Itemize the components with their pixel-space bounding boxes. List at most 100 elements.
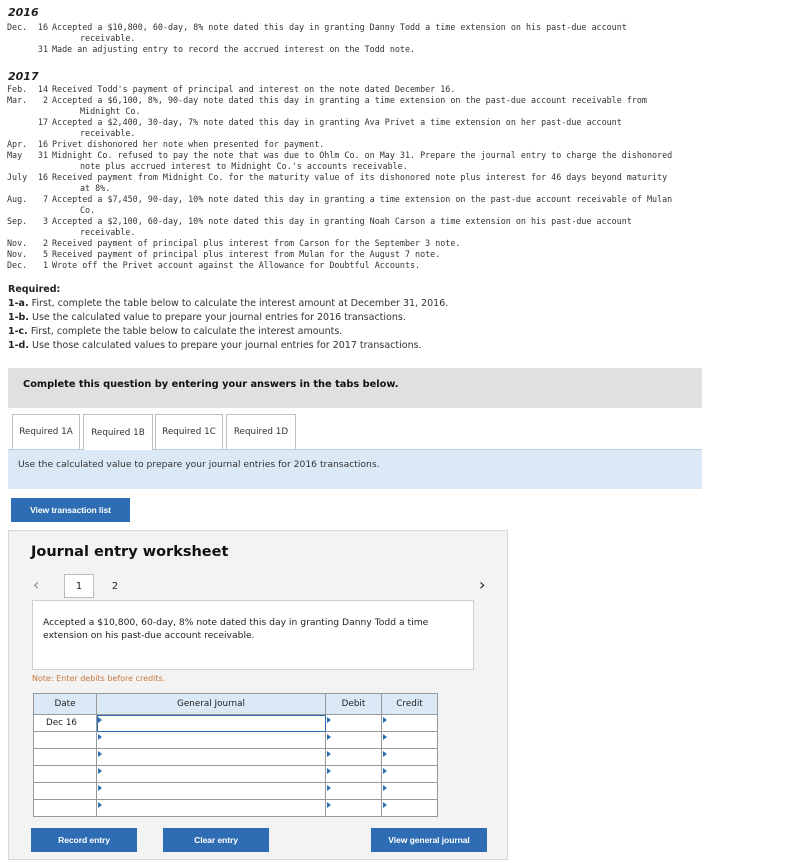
transaction-description-text: Accepted a $10,800, 60-day, 8% note date… — [43, 617, 429, 641]
account-input[interactable] — [96, 799, 326, 817]
date-cell — [33, 748, 97, 766]
year-2017-heading: 2017 — [8, 70, 39, 83]
transaction-text: Accepted a $2,100, 60-day, 10% note date… — [52, 216, 632, 226]
transaction-day: 31 — [37, 150, 48, 160]
transaction-month: Apr. — [7, 139, 28, 149]
credit-input[interactable] — [381, 731, 438, 749]
date-cell — [33, 799, 97, 817]
transaction-day: 16 — [37, 172, 48, 182]
date-cell — [33, 765, 97, 783]
transaction-day: 5 — [42, 249, 48, 259]
journal-row — [33, 782, 438, 800]
transaction-day: 17 — [37, 117, 48, 127]
required-item-text: First, complete the table below to calcu… — [28, 298, 449, 309]
transaction-day: 14 — [37, 84, 48, 94]
date-cell — [33, 731, 97, 749]
required-item-1d: 1-d. Use those calculated values to prep… — [8, 340, 422, 351]
credit-input[interactable] — [381, 748, 438, 766]
transaction-text: Received Todd's payment of principal and… — [52, 84, 456, 94]
transaction-day: 2 — [42, 238, 48, 248]
tab-panel: Use the calculated value to prepare your… — [8, 449, 702, 489]
journal-entry-worksheet: Journal entry worksheet ‹ 1 2 › Accepted… — [8, 530, 508, 860]
instruction-text: Complete this question by entering your … — [23, 379, 399, 390]
instruction-bar: Complete this question by entering your … — [8, 368, 702, 408]
transaction-month: May — [7, 150, 23, 160]
transaction-description: Accepted a $10,800, 60-day, 8% note date… — [32, 600, 474, 670]
chevron-left-icon[interactable]: ‹ — [33, 575, 39, 594]
account-input[interactable] — [96, 731, 326, 749]
journal-row — [33, 748, 438, 766]
transaction-day: 7 — [42, 194, 48, 204]
transaction-month: Feb. — [7, 84, 28, 94]
date-cell — [33, 782, 97, 800]
required-item-1a: 1-a. First, complete the table below to … — [8, 298, 448, 309]
transaction-month: Aug. — [7, 194, 28, 204]
credit-input[interactable] — [381, 782, 438, 800]
required-item-label: 1-d. — [8, 340, 29, 351]
required-item-text: Use the calculated value to prepare your… — [28, 312, 406, 323]
journal-row — [33, 731, 438, 749]
year-2016-heading: 2016 — [8, 6, 39, 19]
account-input[interactable] — [96, 765, 326, 783]
transaction-day: 1 — [42, 260, 48, 270]
transaction-text: Midnight Co. refused to pay the note tha… — [52, 150, 673, 160]
date-cell: Dec 16 — [33, 714, 97, 732]
credit-input[interactable] — [381, 799, 438, 817]
debit-input[interactable] — [325, 731, 382, 749]
tab-instruction: Use the calculated value to prepare your… — [18, 459, 380, 470]
debit-input[interactable] — [325, 748, 382, 766]
view-transaction-list-button[interactable]: View transaction list — [11, 498, 130, 522]
view-general-journal-button[interactable]: View general journal — [371, 828, 487, 852]
tab-required-1d[interactable]: Required 1D — [226, 414, 296, 450]
tab-required-1a[interactable]: Required 1A — [12, 414, 80, 450]
tab-required-1c[interactable]: Required 1C — [155, 414, 223, 450]
debit-input[interactable] — [325, 714, 382, 732]
account-input[interactable] — [96, 782, 326, 800]
transaction-text: receivable. — [80, 33, 136, 43]
transaction-text: receivable. — [80, 227, 136, 237]
record-entry-button[interactable]: Record entry — [31, 828, 137, 852]
required-item-label: 1-c. — [8, 326, 28, 337]
transaction-text: Accepted a $10,800, 60-day, 8% note date… — [52, 22, 627, 32]
transaction-day: 31 — [37, 44, 48, 54]
journal-row — [33, 765, 438, 783]
chevron-right-icon[interactable]: › — [479, 575, 485, 594]
transaction-day: 16 — [37, 139, 48, 149]
column-header-date: Date — [33, 693, 97, 715]
clear-entry-button[interactable]: Clear entry — [163, 828, 269, 852]
required-item-1b: 1-b. Use the calculated value to prepare… — [8, 312, 406, 323]
worksheet-title: Journal entry worksheet — [31, 544, 229, 560]
required-item-text: Use those calculated values to prepare y… — [28, 340, 422, 351]
journal-table: Date General Journal Debit Credit Dec 16 — [33, 693, 438, 817]
required-title: Required: — [8, 284, 61, 295]
transaction-text: Received payment of principal plus inter… — [52, 238, 461, 248]
transaction-text: Received payment of principal plus inter… — [52, 249, 441, 259]
account-input[interactable] — [96, 714, 326, 732]
debit-input[interactable] — [325, 782, 382, 800]
column-header-general-journal: General Journal — [96, 693, 326, 715]
column-header-debit: Debit — [325, 693, 382, 715]
debit-input[interactable] — [325, 799, 382, 817]
required-item-label: 1-a. — [8, 298, 29, 309]
transaction-month: Sep. — [7, 216, 28, 226]
transaction-text: Wrote off the Privet account against the… — [52, 260, 421, 270]
transaction-text: Accepted a $2,400, 30-day, 7% note dated… — [52, 117, 622, 127]
transaction-text: Accepted a $7,450, 90-day, 10% note date… — [52, 194, 673, 204]
page-2-button[interactable]: 2 — [100, 574, 130, 598]
required-item-text: First, complete the table below to calcu… — [27, 326, 343, 337]
transaction-day: 2 — [42, 95, 48, 105]
credit-input[interactable] — [381, 765, 438, 783]
journal-row: Dec 16 — [33, 714, 438, 732]
page-1-button[interactable]: 1 — [64, 574, 94, 598]
transaction-text: Received payment from Midnight Co. for t… — [52, 172, 668, 182]
required-item-label: 1-b. — [8, 312, 29, 323]
transaction-day: 3 — [42, 216, 48, 226]
transaction-text: receivable. — [80, 128, 136, 138]
transaction-month: Dec. — [7, 22, 28, 32]
transaction-month: July — [7, 172, 28, 182]
debit-input[interactable] — [325, 765, 382, 783]
transaction-text: note plus accrued interest to Midnight C… — [80, 161, 408, 171]
tab-required-1b[interactable]: Required 1B — [83, 414, 153, 451]
credit-input[interactable] — [381, 714, 438, 732]
account-input[interactable] — [96, 748, 326, 766]
